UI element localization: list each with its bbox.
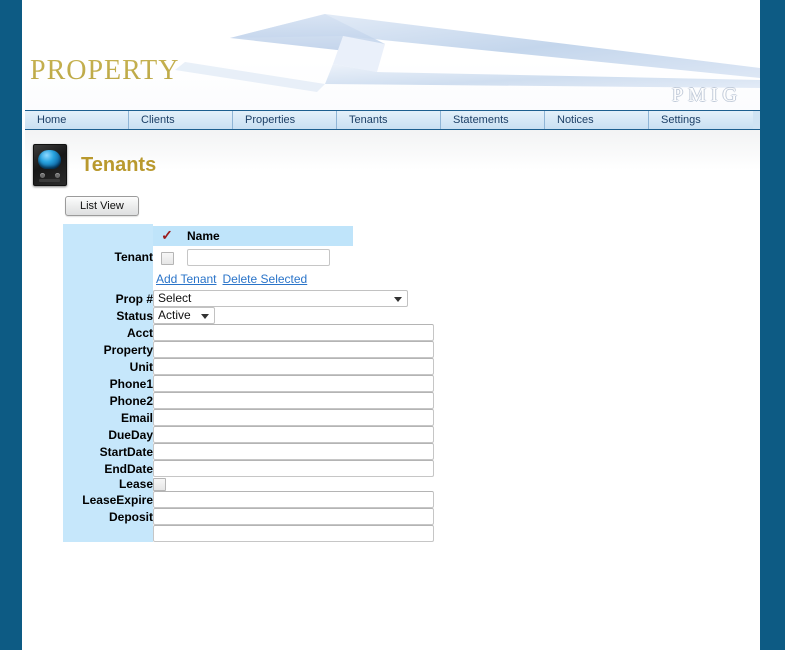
form-row-deposit: Deposit [63, 508, 434, 526]
status-select-value: Active [158, 308, 191, 322]
icon-base-strip [39, 179, 60, 182]
property-input[interactable] [153, 341, 434, 358]
list-view-button[interactable]: List View [65, 196, 139, 216]
content-column: PROPERTY MANAGEMENT INVESTMENT GROUP PMI… [25, 0, 760, 650]
checkmark-icon: ✓ [161, 227, 173, 243]
email-input[interactable] [153, 409, 434, 426]
leaseexpire-input[interactable] [153, 491, 434, 509]
form-row-acct: Acct [63, 324, 434, 341]
form-row-dueday: DueDay [63, 426, 434, 443]
form-row-enddate: EndDate [63, 460, 434, 477]
form-row-unit: Unit [63, 358, 434, 375]
form-label-phone1: Phone1 [63, 375, 153, 392]
add-tenant-link[interactable]: Add Tenant [156, 272, 217, 286]
right-rail [760, 0, 785, 650]
tenant-list-block: ✓ Name Add Tenant Delete Selected [153, 224, 434, 290]
icon-knob-left [40, 173, 45, 178]
form-row-email: Email [63, 409, 434, 426]
tenant-actions: Add Tenant Delete Selected [153, 269, 434, 288]
form-row-startdate: StartDate [63, 443, 434, 460]
form-label-email: Email [63, 409, 153, 426]
form-label-unit: Unit [63, 358, 153, 375]
form-row-property: Property [63, 341, 434, 358]
prop-number-select[interactable]: Select [153, 290, 408, 307]
nav-item-clients[interactable]: Clients [129, 111, 233, 129]
tenant-row-checkbox[interactable] [160, 251, 174, 265]
form-label-acct: Acct [63, 324, 153, 341]
tenant-table-header-row: ✓ Name [153, 226, 353, 246]
enddate-input[interactable] [153, 460, 434, 477]
tenant-name-input[interactable] [187, 249, 330, 266]
view-toolbar: List View [25, 186, 760, 222]
tenant-select-all-header[interactable]: ✓ [153, 226, 181, 246]
phone2-input[interactable] [153, 392, 434, 409]
tenant-detail-form: Tenant ✓ Name Add Tenant Delete Selected… [63, 224, 434, 543]
pmig-watermark: PMIG [671, 84, 742, 106]
page-root: PROPERTY MANAGEMENT INVESTMENT GROUP PMI… [0, 0, 785, 650]
form-label-status: Status [63, 307, 153, 324]
form-label-leaseexpire: LeaseExpire [63, 491, 153, 509]
nav-item-notices[interactable]: Notices [545, 111, 649, 129]
company-logo-text: PROPERTY MANAGEMENT INVESTMENT GROUP [30, 8, 242, 110]
left-rail [0, 0, 22, 650]
tenant-table: ✓ Name [153, 226, 353, 269]
logo-line-1: PROPERTY [30, 55, 180, 86]
form-label-enddate: EndDate [63, 460, 153, 477]
form-row-lease: Lease [63, 477, 434, 492]
chevron-down-icon [201, 314, 209, 319]
form-row-phone1: Phone1 [63, 375, 434, 392]
main-navigation: Home Clients Properties Tenants Statemen… [25, 110, 760, 130]
nav-item-properties[interactable]: Properties [233, 111, 337, 129]
nav-item-home[interactable]: Home [25, 111, 129, 129]
nav-item-settings[interactable]: Settings [649, 111, 753, 129]
startdate-input[interactable] [153, 443, 434, 460]
chevron-down-icon [394, 297, 402, 302]
form-label-phone2: Phone2 [63, 392, 153, 409]
prop-number-select-value: Select [158, 291, 192, 305]
radar-dome-glass [38, 150, 61, 169]
page-title: Tenants [81, 153, 157, 176]
site-masthead: PROPERTY MANAGEMENT INVESTMENT GROUP PMI… [25, 0, 760, 110]
form-label-prop-number: Prop # [63, 290, 153, 307]
status-select[interactable]: Active [153, 307, 215, 324]
form-label-next-partial [63, 525, 153, 543]
phone1-input[interactable] [153, 375, 434, 392]
form-label-tenant: Tenant [63, 224, 153, 290]
form-row-phone2: Phone2 [63, 392, 434, 409]
form-row-tenant: Tenant ✓ Name Add Tenant Delete Selected [63, 224, 434, 290]
nav-item-tenants[interactable]: Tenants [337, 111, 441, 129]
dueday-input[interactable] [153, 426, 434, 443]
form-row-next-partial [63, 525, 434, 543]
form-label-dueday: DueDay [63, 426, 153, 443]
page-header: Tenants [25, 130, 760, 186]
next-field-input-partial[interactable] [153, 525, 434, 543]
icon-knob-right [55, 173, 60, 178]
form-row-prop-number: Prop # Select [63, 290, 434, 307]
form-label-startdate: StartDate [63, 443, 153, 460]
tenant-name-header: Name [181, 226, 353, 246]
form-row-leaseexpire: LeaseExpire [63, 491, 434, 509]
form-row-status: Status Active [63, 307, 434, 324]
acct-input[interactable] [153, 324, 434, 341]
table-row [153, 246, 353, 269]
page-body: Tenants List View Tenant ✓ Name Add Tena… [25, 130, 760, 650]
unit-input[interactable] [153, 358, 434, 375]
delete-selected-link[interactable]: Delete Selected [223, 272, 308, 286]
deposit-input[interactable] [153, 508, 434, 526]
form-label-lease: Lease [63, 477, 153, 492]
nav-item-statements[interactable]: Statements [441, 111, 545, 129]
radar-dome-icon [33, 144, 67, 186]
form-label-deposit: Deposit [63, 508, 153, 526]
lease-checkbox[interactable] [153, 478, 166, 492]
form-label-property: Property [63, 341, 153, 358]
